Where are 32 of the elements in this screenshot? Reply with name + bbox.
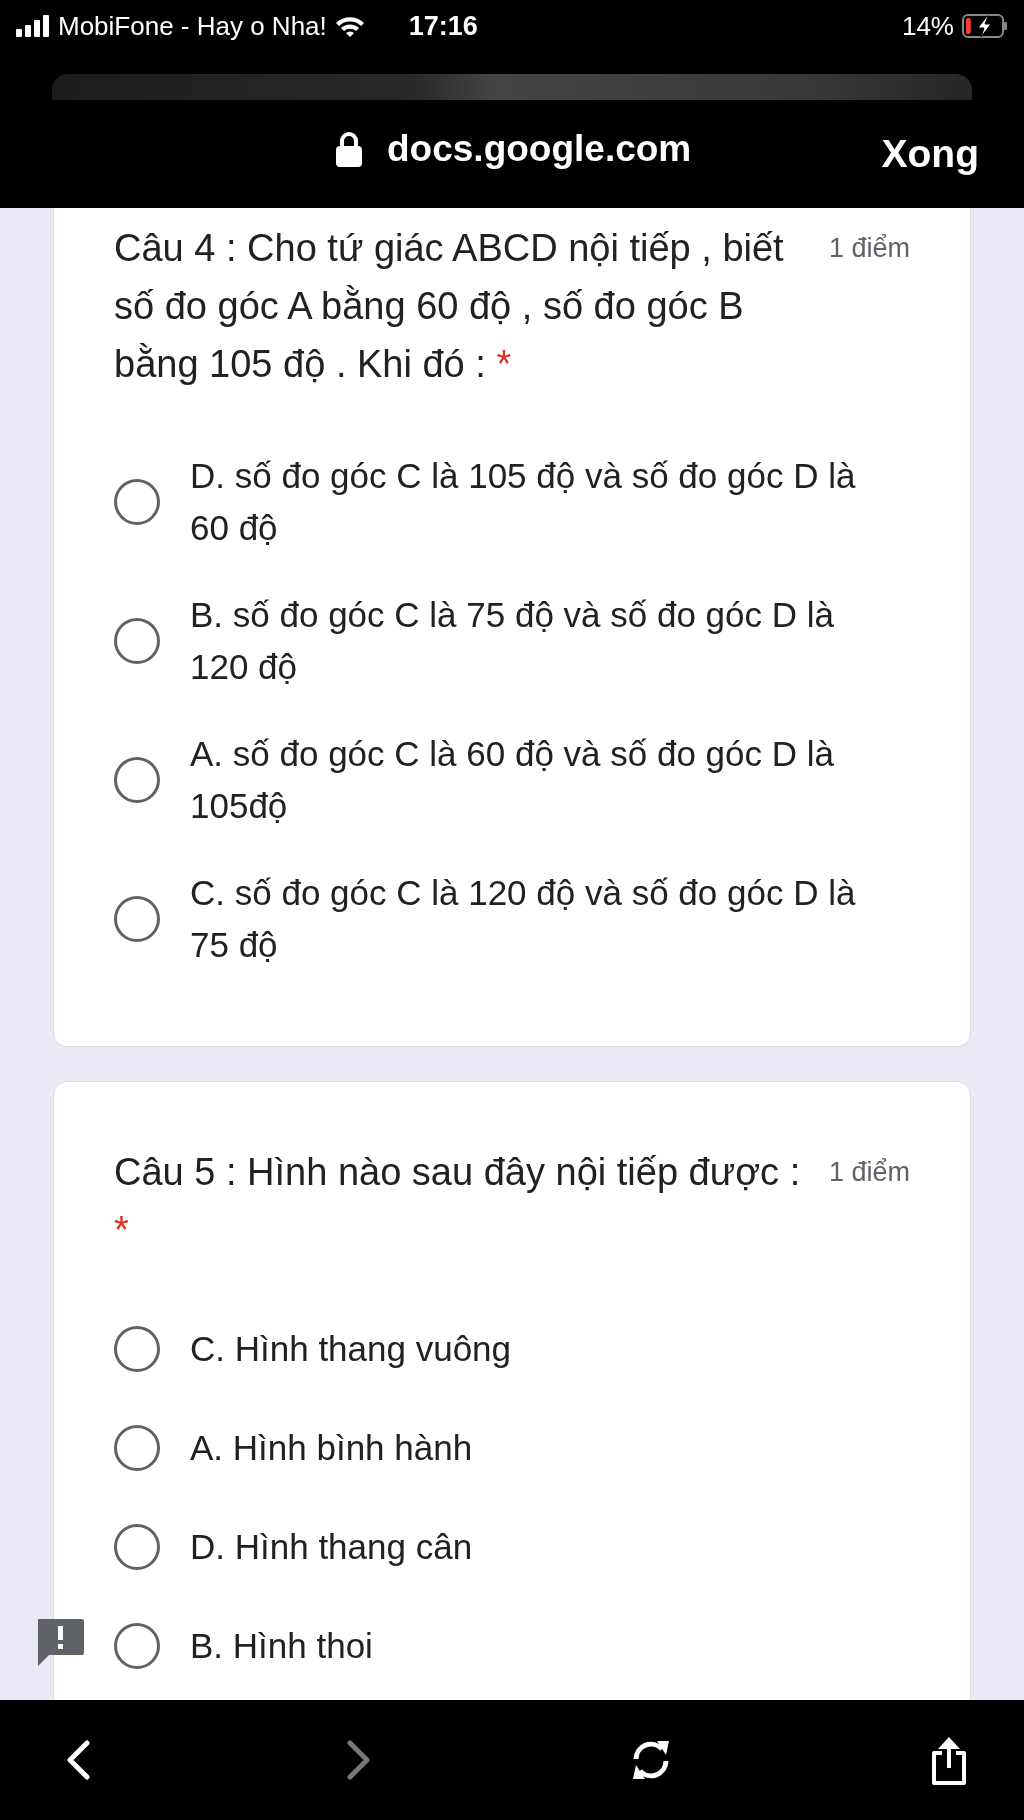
option-label[interactable]: B. số đo góc C là 75 độ và số đo góc D là 120 độ (190, 589, 880, 693)
radio-button[interactable] (114, 1524, 160, 1570)
option-label[interactable]: B. Hình thoi (190, 1620, 373, 1672)
carrier-name: MobiFone - Hay o Nha! (58, 10, 327, 42)
points-label: 1 điểm (828, 233, 910, 264)
clock-time: 17:16 (408, 10, 478, 42)
question-text: Câu 4 : Cho tứ giác ABCD nội tiếp , biết số đo góc A bằng 60 độ , số đo góc B bằng 105 độ . Khi đó : * (114, 226, 785, 387)
feedback-icon[interactable] (35, 1617, 85, 1667)
question-text: Câu 5 : Hình nào sau đây nội tiếp được : * (114, 1150, 802, 1253)
done-button[interactable]: Xong (881, 132, 979, 176)
radio-button[interactable] (114, 1326, 160, 1372)
url-text[interactable]: docs.google.com (387, 128, 692, 170)
share-icon[interactable] (929, 1735, 969, 1785)
radio-button[interactable] (114, 757, 160, 803)
back-icon[interactable] (65, 1740, 91, 1780)
signal-icon (16, 15, 50, 37)
radio-button[interactable] (114, 1425, 160, 1471)
option-label[interactable]: D. Hình thang cân (190, 1521, 473, 1573)
option-label[interactable]: C. Hình thang vuông (190, 1323, 512, 1375)
option-label[interactable]: A. số đo góc C là 60 độ và số đo góc D là 105độ (190, 728, 880, 832)
option-label[interactable]: C. số đo góc C là 120 độ và số đo góc D là 75 độ (190, 867, 880, 971)
radio-button[interactable] (114, 896, 160, 942)
option-label[interactable]: D. số đo góc C là 105 độ và số đo góc D là 60 độ (190, 450, 880, 554)
points-label: 1 điểm (828, 1157, 910, 1188)
wifi-icon (334, 15, 365, 37)
forward-icon[interactable] (346, 1740, 373, 1780)
lock-icon (335, 131, 363, 167)
radio-button[interactable] (114, 618, 160, 664)
option-label[interactable]: A. Hình bình hành (190, 1422, 473, 1474)
battery-percent: 14% (901, 10, 954, 42)
radio-button[interactable] (114, 1623, 160, 1669)
radio-button[interactable] (114, 479, 160, 525)
